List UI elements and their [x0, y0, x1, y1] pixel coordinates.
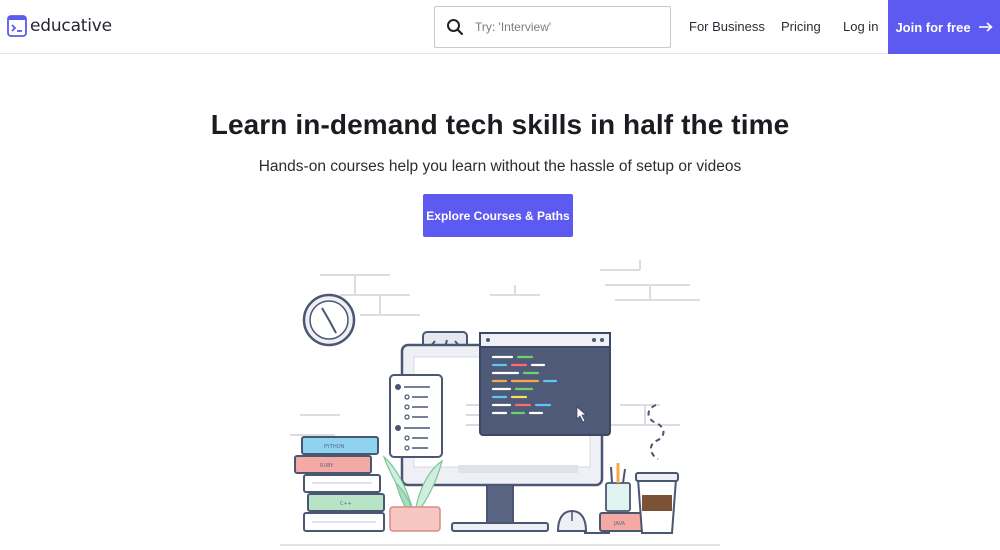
nav-pricing[interactable]: Pricing	[781, 19, 821, 34]
join-button-label: Join for free	[895, 19, 971, 35]
book-label: C++	[340, 501, 352, 507]
search-icon	[447, 19, 464, 36]
search-input[interactable]	[475, 20, 655, 34]
book-label: PYTHON	[324, 444, 345, 450]
arrow-right-icon	[978, 22, 993, 32]
clock-icon	[302, 293, 356, 347]
hero-illustration: PYTHON RUBY C++ JAVA	[280, 255, 720, 550]
code-panel	[479, 332, 611, 436]
book-label: JAVA	[613, 521, 626, 527]
book-label: RUBY	[320, 463, 334, 469]
educative-logo[interactable]: educative	[7, 15, 112, 37]
nav-for-business[interactable]: For Business	[689, 19, 765, 34]
brand-name: educative	[30, 16, 112, 36]
explore-courses-button[interactable]: Explore Courses & Paths	[423, 194, 573, 237]
logo-icon	[7, 15, 27, 37]
search-box[interactable]	[434, 6, 671, 48]
book-stack: PYTHON RUBY C++	[294, 436, 385, 532]
nav-log-in[interactable]: Log in	[843, 19, 878, 34]
checklist-document	[389, 374, 443, 458]
hero-subtitle: Hands-on courses help you learn without …	[258, 158, 742, 175]
join-for-free-button[interactable]: Join for free	[888, 0, 1000, 54]
top-navbar: educative For Business Pricing Log in Jo…	[0, 0, 1000, 54]
hero-title: Learn in-demand tech skills in half the …	[210, 109, 790, 140]
